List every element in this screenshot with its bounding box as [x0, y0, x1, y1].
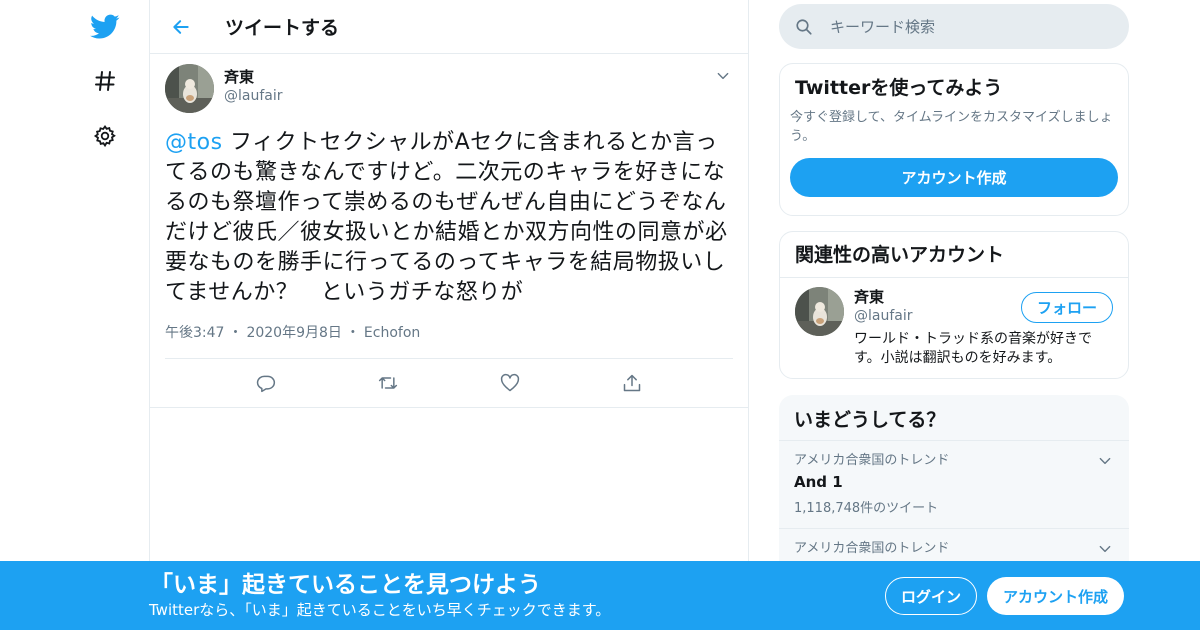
meta-separator: ・: [228, 325, 243, 341]
trends-title: いまどうしてる？: [779, 395, 1129, 441]
reply-icon[interactable]: [249, 366, 283, 400]
retweet-icon[interactable]: [371, 366, 405, 400]
signup-card-description: 今すぐ登録して、タイムラインをカスタマイズしましょう。: [790, 110, 1113, 144]
trend-count: 1,118,748件のツイート: [794, 501, 939, 516]
settings-gear-icon[interactable]: [88, 119, 122, 153]
chevron-down-icon[interactable]: [1095, 451, 1115, 471]
banner-create-account-button[interactable]: アカウント作成: [987, 577, 1124, 615]
login-button[interactable]: ログイン: [885, 577, 977, 615]
main-column: ツイートする 斉東 @laufair @tos フィクトセクシャルがAセクに含ま…: [149, 0, 749, 630]
mention-link[interactable]: @tos: [165, 130, 223, 155]
related-user[interactable]: 斉東 @laufair ワールド・トラッド系の音楽が好きです。小説は翻訳ものを好…: [780, 278, 1128, 377]
page-title: ツイートする: [225, 17, 340, 39]
tweet-time[interactable]: 午後3:47: [165, 325, 224, 341]
search-icon: [795, 17, 815, 37]
tweet-date[interactable]: 2020年9月8日: [246, 325, 341, 341]
share-icon[interactable]: [615, 366, 649, 400]
trend-context: アメリカ合衆国のトレンド: [794, 453, 950, 468]
explore-hash-icon[interactable]: [88, 64, 122, 98]
tweet-text: @tos フィクトセクシャルがAセクに含まれるとか言ってるのも驚きなんですけど。…: [165, 128, 735, 308]
related-accounts-title: 関連性の高いアカウント: [780, 232, 1128, 278]
related-user-bio: ワールド・トラッド系の音楽が好きです。小説は翻訳ものを好みます。: [854, 331, 1092, 366]
banner-subtitle: Twitterなら、「いま」起きていることをいち早くチェックできます。: [149, 601, 611, 619]
tweet-detail: 斉東 @laufair @tos フィクトセクシャルがAセクに含まれるとか言って…: [150, 54, 748, 408]
back-arrow-icon[interactable]: [164, 10, 198, 44]
related-accounts-card: 関連性の高いアカウント 斉東 @laufair ワールド・トラッド系の音楽が好き…: [779, 231, 1129, 379]
avatar[interactable]: [165, 64, 214, 113]
tweet-source[interactable]: Echofon: [364, 325, 420, 341]
signup-card-title: Twitterを使ってみよう: [795, 77, 1003, 99]
chevron-down-icon[interactable]: [1095, 539, 1115, 559]
avatar[interactable]: [795, 287, 844, 336]
tweet-body: フィクトセクシャルがAセクに含まれるとか言ってるのも驚きなんですけど。二次元のキ…: [165, 130, 728, 305]
main-header: ツイートする: [150, 0, 748, 54]
trend-item[interactable]: アメリカ合衆国のトレンド And 1 1,118,748件のツイート: [779, 441, 1129, 529]
trend-name[interactable]: And 1: [794, 472, 1114, 492]
trend-context: アメリカ合衆国のトレンド: [794, 541, 950, 556]
create-account-button[interactable]: アカウント作成: [790, 158, 1118, 197]
signup-card: Twitterを使ってみよう 今すぐ登録して、タイムラインをカスタマイズしましょ…: [779, 63, 1129, 216]
author-info: 斉東 @laufair: [224, 68, 283, 106]
like-heart-icon[interactable]: [493, 366, 527, 400]
author-handle[interactable]: @laufair: [224, 86, 283, 106]
tweet-author-row: 斉東 @laufair: [165, 64, 733, 113]
meta-separator: ・: [345, 325, 360, 341]
author-name[interactable]: 斉東: [224, 68, 283, 86]
chevron-down-icon[interactable]: [713, 66, 733, 86]
twitter-bird-icon[interactable]: [88, 10, 122, 44]
follow-button[interactable]: フォロー: [1021, 292, 1113, 323]
banner-title: 「いま」起きていることを見つけよう: [150, 572, 541, 598]
signup-banner: 「いま」起きていることを見つけよう Twitterなら、「いま」起きていることを…: [0, 561, 1200, 630]
tweet-actions: [165, 359, 733, 407]
search-input[interactable]: [830, 17, 1110, 36]
tweet-meta: 午後3:47 ・ 2020年9月8日・ Echofon: [165, 322, 733, 359]
search-bar[interactable]: [779, 4, 1129, 49]
